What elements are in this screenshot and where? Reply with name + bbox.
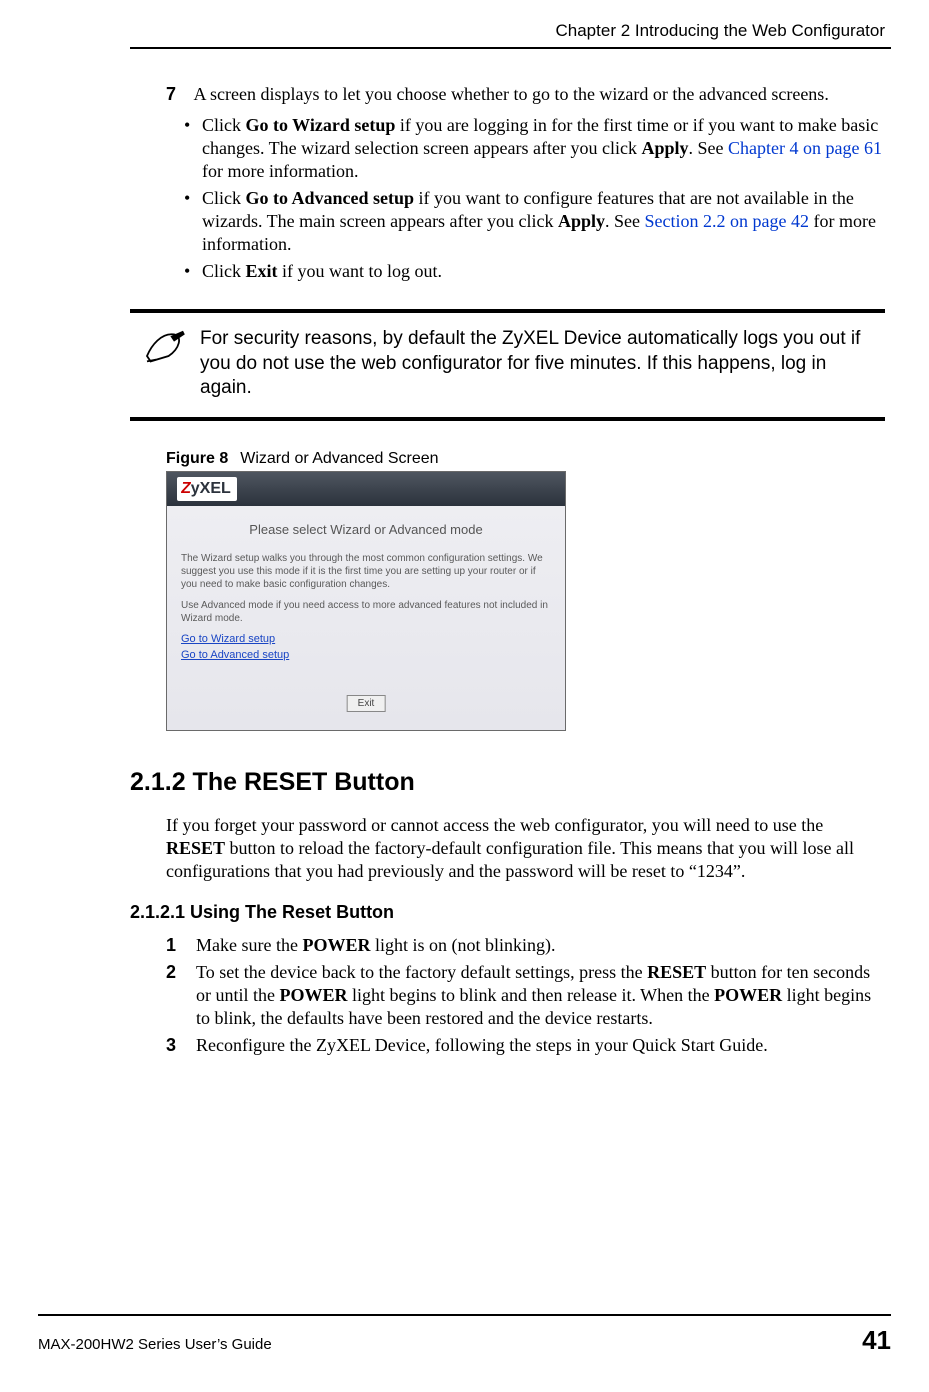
figure-paragraph: The Wizard setup walks you through the m… (181, 552, 551, 591)
footer-rule (38, 1314, 891, 1316)
paragraph: If you forget your password or cannot ac… (166, 814, 885, 883)
step-text: A screen displays to let you choose whet… (194, 84, 829, 104)
exit-button[interactable]: Exit (347, 695, 386, 712)
xref-link[interactable]: Chapter 4 on page 61 (728, 138, 882, 158)
page: Chapter 2 Introducing the Web Configurat… (0, 0, 929, 1392)
content-block: 7 A screen displays to let you choose wh… (166, 83, 885, 1057)
figure-screenshot: ZyXEL Please select Wizard or Advanced m… (166, 471, 566, 731)
figure-title: Please select Wizard or Advanced mode (181, 522, 551, 538)
zyxel-logo: ZyXEL (177, 477, 237, 501)
figure-label: Figure 8 (166, 450, 228, 467)
list-item: 2 To set the device back to the factory … (196, 961, 885, 1030)
bullet-item: Click Go to Advanced setup if you want t… (184, 187, 885, 256)
bullet-item: Click Exit if you want to log out. (184, 260, 885, 283)
note-icon (130, 327, 200, 365)
numbered-list: 1 Make sure the POWER light is on (not b… (166, 934, 885, 1057)
xref-link[interactable]: Section 2.2 on page 42 (645, 211, 809, 231)
item-number: 2 (166, 961, 190, 984)
running-head: Chapter 2 Introducing the Web Configurat… (130, 20, 885, 41)
header-rule (130, 47, 891, 49)
hand-writing-icon (143, 329, 187, 365)
page-number: 41 (862, 1324, 891, 1357)
bullet-item: Click Go to Wizard setup if you are logg… (184, 114, 885, 183)
figure-caption-text: Wizard or Advanced Screen (240, 450, 438, 467)
item-number: 1 (166, 934, 190, 957)
note-callout: For security reasons, by default the ZyX… (130, 309, 885, 421)
note-text: For security reasons, by default the ZyX… (200, 327, 879, 401)
page-footer: MAX-200HW2 Series User’s Guide 41 (38, 1314, 891, 1357)
list-item: 1 Make sure the POWER light is on (not b… (196, 934, 885, 957)
section-heading-2-1-2-1: 2.1.2.1 Using The Reset Button (130, 901, 885, 924)
bullet-list: Click Go to Wizard setup if you are logg… (166, 114, 885, 283)
footer-guide-title: MAX-200HW2 Series User’s Guide (38, 1336, 272, 1355)
section-heading-2-1-2: 2.1.2 The RESET Button (130, 767, 885, 798)
go-to-wizard-link[interactable]: Go to Wizard setup (181, 633, 551, 647)
item-number: 3 (166, 1034, 190, 1057)
step-7: 7 A screen displays to let you choose wh… (166, 83, 885, 106)
figure-body: Please select Wizard or Advanced mode Th… (167, 506, 565, 663)
list-item: 3 Reconfigure the ZyXEL Device, followin… (196, 1034, 885, 1057)
figure-paragraph: Use Advanced mode if you need access to … (181, 599, 551, 625)
go-to-advanced-link[interactable]: Go to Advanced setup (181, 649, 551, 663)
figure-topbar: ZyXEL (167, 472, 565, 506)
figure-caption: Figure 8 Wizard or Advanced Screen (166, 449, 885, 469)
step-number: 7 (166, 83, 190, 106)
